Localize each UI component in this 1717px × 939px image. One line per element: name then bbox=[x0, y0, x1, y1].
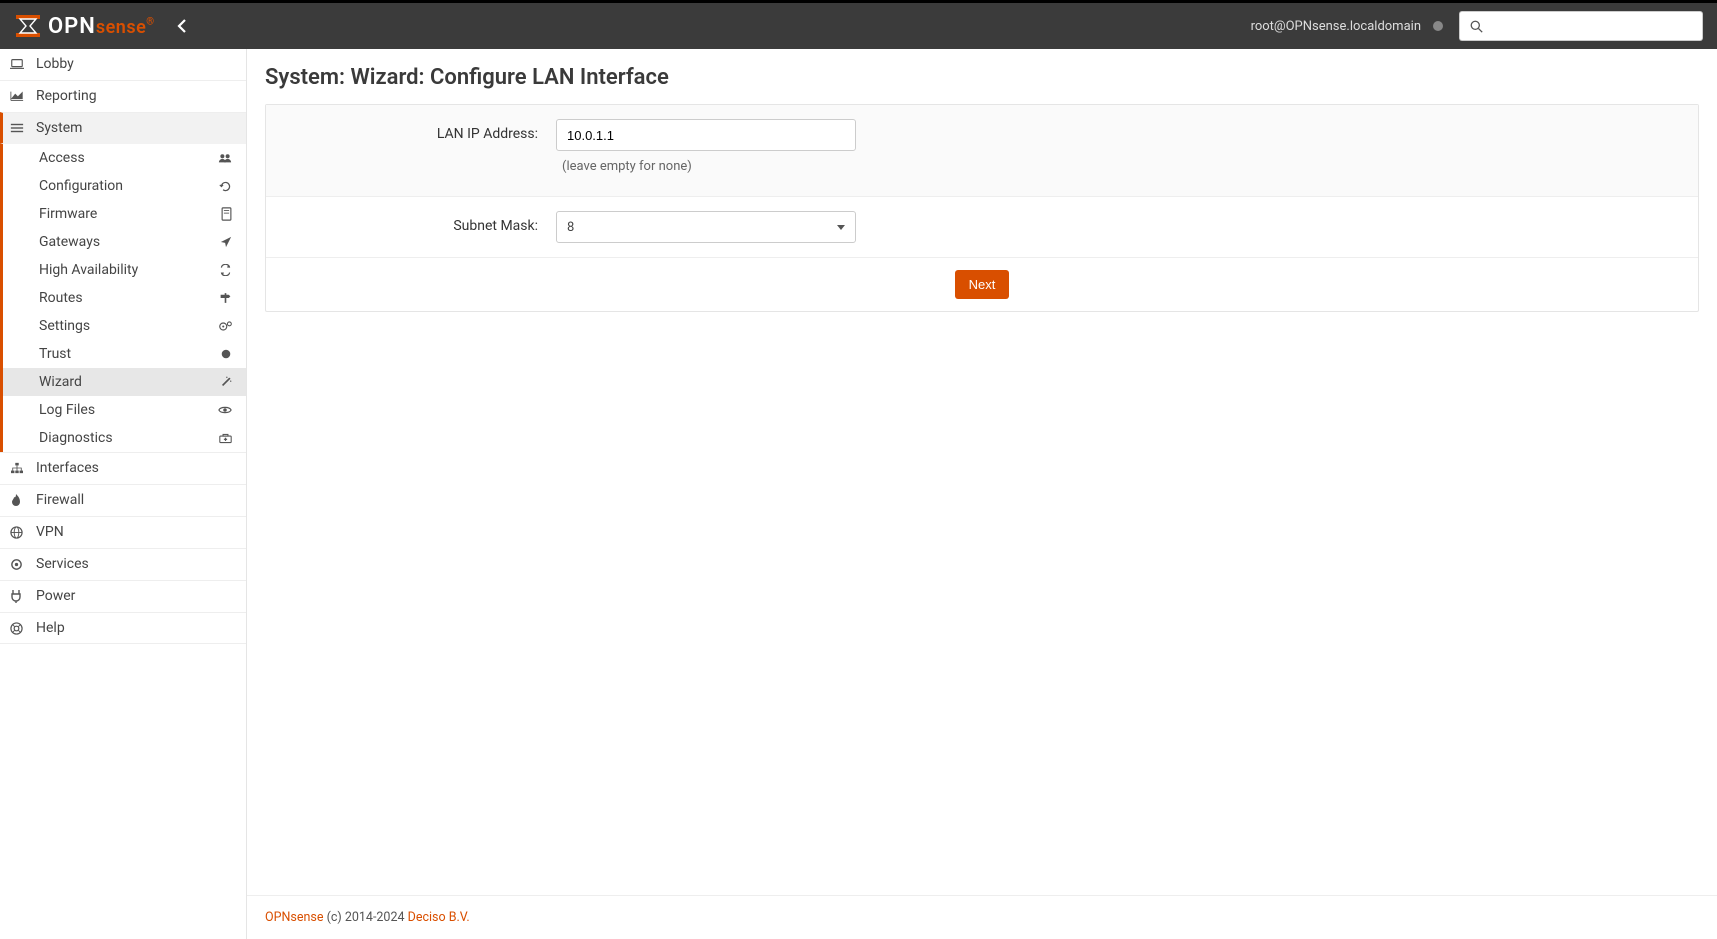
cog-icon bbox=[10, 558, 28, 571]
footer: OPNsense (c) 2014-2024 Deciso B.V. bbox=[247, 895, 1717, 939]
sub-item-log-files[interactable]: Log Files bbox=[3, 396, 246, 424]
sub-item-configuration[interactable]: Configuration bbox=[3, 172, 246, 200]
search-button[interactable] bbox=[1459, 11, 1493, 41]
nav-item-vpn[interactable]: VPN bbox=[0, 516, 246, 548]
nav-item-help[interactable]: Help bbox=[0, 612, 246, 644]
subnet-mask-select[interactable]: 8 bbox=[556, 211, 856, 243]
top-bar: OPNsense® root@OPNsense.localdomain bbox=[0, 3, 1717, 49]
sub-label: Settings bbox=[39, 318, 90, 334]
sub-item-settings[interactable]: Settings bbox=[3, 312, 246, 340]
cogs-icon bbox=[218, 320, 232, 333]
subnet-mask-label: Subnet Mask: bbox=[286, 211, 556, 234]
fire-icon bbox=[10, 493, 28, 507]
eye-icon bbox=[218, 405, 232, 415]
sub-label: Gateways bbox=[39, 234, 100, 250]
sub-item-high-availability[interactable]: High Availability bbox=[3, 256, 246, 284]
opnsense-logo-icon bbox=[14, 13, 42, 39]
chart-area-icon bbox=[10, 90, 28, 102]
list-icon bbox=[10, 122, 28, 134]
sub-label: Diagnostics bbox=[39, 430, 113, 446]
magic-wand-icon bbox=[220, 376, 232, 388]
nav-label: Services bbox=[36, 556, 89, 572]
sub-label: Firmware bbox=[39, 206, 97, 222]
sub-item-trust[interactable]: Trust bbox=[3, 340, 246, 368]
nav-item-reporting[interactable]: Reporting bbox=[0, 80, 246, 112]
nav-label: Reporting bbox=[36, 88, 97, 104]
laptop-icon bbox=[10, 58, 28, 70]
sub-item-routes[interactable]: Routes bbox=[3, 284, 246, 312]
brand-text-accent: sense bbox=[96, 17, 146, 38]
life-ring-icon bbox=[10, 622, 28, 635]
server-icon bbox=[221, 207, 232, 221]
nav-label: Power bbox=[36, 588, 75, 604]
main-content: System: Wizard: Configure LAN Interface … bbox=[247, 49, 1717, 939]
sub-item-firmware[interactable]: Firmware bbox=[3, 200, 246, 228]
footer-copyright: (c) 2014-2024 bbox=[323, 910, 407, 925]
nav-label: VPN bbox=[36, 524, 64, 540]
sub-item-access[interactable]: Access bbox=[3, 144, 246, 172]
brand-text-main: OPN bbox=[48, 14, 96, 39]
nav-item-firewall[interactable]: Firewall bbox=[0, 484, 246, 516]
sub-label: Trust bbox=[39, 346, 71, 362]
footer-company-link[interactable]: Deciso B.V. bbox=[408, 910, 470, 925]
nav-item-system[interactable]: System bbox=[0, 112, 246, 144]
nav-label: Lobby bbox=[36, 56, 74, 72]
sub-label: Access bbox=[39, 150, 85, 166]
page-title: System: Wizard: Configure LAN Interface bbox=[247, 49, 1717, 104]
search-input[interactable] bbox=[1493, 11, 1703, 41]
nav-item-power[interactable]: Power bbox=[0, 580, 246, 612]
nav-label: Help bbox=[36, 620, 65, 636]
users-icon bbox=[218, 152, 232, 164]
subnet-mask-value: 8 bbox=[567, 220, 574, 235]
nav-item-lobby[interactable]: Lobby bbox=[0, 49, 246, 80]
globe-icon bbox=[10, 526, 28, 539]
sub-item-diagnostics[interactable]: Diagnostics bbox=[3, 424, 246, 452]
refresh-icon bbox=[219, 264, 232, 276]
sidebar-nav: Lobby Reporting System Access Configurat… bbox=[0, 49, 247, 939]
lan-ip-label: LAN IP Address: bbox=[286, 119, 556, 142]
signpost-icon bbox=[219, 292, 232, 304]
lan-ip-input[interactable] bbox=[556, 119, 856, 151]
footer-brand-link[interactable]: OPNsense bbox=[265, 910, 323, 925]
nav-item-services[interactable]: Services bbox=[0, 548, 246, 580]
location-arrow-icon bbox=[220, 236, 232, 248]
brand-logo[interactable]: OPNsense® bbox=[14, 13, 155, 39]
nav-label: Interfaces bbox=[36, 460, 99, 476]
nav-label: System bbox=[36, 120, 82, 136]
nav-item-interfaces[interactable]: Interfaces bbox=[0, 452, 246, 484]
lan-ip-hint: (leave empty for none) bbox=[556, 159, 856, 182]
plug-icon bbox=[10, 589, 28, 603]
user-host-label: root@OPNsense.localdomain bbox=[1251, 19, 1421, 34]
sub-label: High Availability bbox=[39, 262, 138, 278]
sitemap-icon bbox=[10, 462, 28, 474]
status-indicator-icon[interactable] bbox=[1433, 21, 1443, 31]
collapse-sidebar-button[interactable] bbox=[177, 19, 187, 33]
medkit-icon bbox=[219, 433, 232, 444]
nav-label: Firewall bbox=[36, 492, 84, 508]
form-panel: LAN IP Address: (leave empty for none) S… bbox=[265, 104, 1699, 312]
sub-label: Configuration bbox=[39, 178, 123, 194]
chevron-down-icon bbox=[837, 225, 845, 230]
search-icon bbox=[1470, 20, 1483, 33]
sub-label: Routes bbox=[39, 290, 83, 306]
sub-item-wizard[interactable]: Wizard bbox=[3, 368, 246, 396]
certificate-icon bbox=[220, 348, 232, 360]
sub-label: Wizard bbox=[39, 374, 82, 390]
sub-item-gateways[interactable]: Gateways bbox=[3, 228, 246, 256]
next-button[interactable]: Next bbox=[955, 270, 1010, 299]
history-icon bbox=[219, 180, 232, 193]
sub-label: Log Files bbox=[39, 402, 95, 418]
